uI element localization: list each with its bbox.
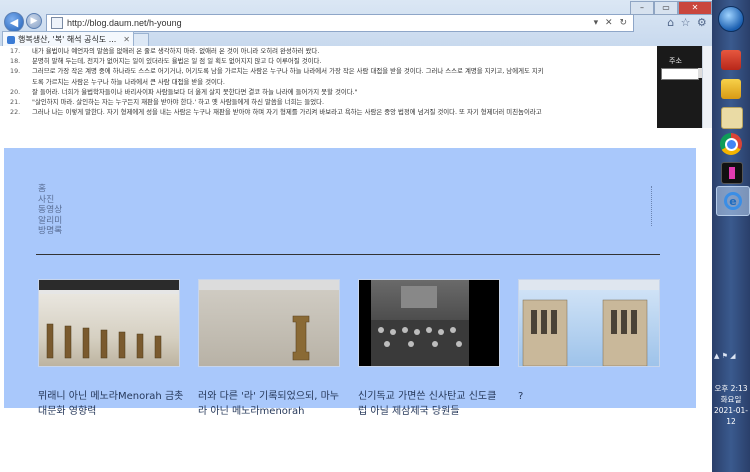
address-buttons[interactable]: ▾ ✕ ↻	[594, 18, 633, 28]
new-tab-button[interactable]	[133, 33, 149, 46]
folder-app-icon[interactable]	[721, 107, 743, 129]
verse-row: 21. "살인하지 마라. 살인하는 자는 누구든지 재판을 받아야 한다.' 하…	[10, 98, 325, 107]
verse-row: 22. 그러나 나는 이렇게 말한다. 자기 형제에게 성을 내는 사람은 누구나…	[10, 108, 542, 117]
tab-close-icon[interactable]: ✕	[123, 35, 130, 44]
blog-nav: 홈 사진 동영상 알리미 방명록	[38, 184, 62, 237]
forward-button[interactable]: ▶	[26, 13, 42, 29]
clock-date: 2021-01-12	[713, 406, 749, 426]
nav-home[interactable]: 홈	[38, 184, 62, 195]
window-controls: – ▭ ✕	[630, 1, 712, 15]
browser-tools: ⌂ ☆ ⚙	[664, 14, 710, 30]
toolbox-app-icon[interactable]	[721, 50, 741, 70]
verse-row: 도록 가르치는 사람은 누구나 하늘 나라에서 큰 사람 대접을 받을 것이다.	[32, 77, 225, 86]
nav-notifications[interactable]: 알리미	[38, 216, 62, 227]
media-app-icon[interactable]	[721, 162, 743, 184]
tab-title: 행복생산, '복' 해석 공식도 ...	[18, 35, 117, 44]
nav-photos[interactable]: 사진	[38, 195, 62, 206]
section-divider	[36, 254, 660, 255]
gear-icon[interactable]: ⚙	[697, 16, 707, 29]
post-thumbnail[interactable]	[518, 279, 660, 367]
clock-time: 오후 2:13	[714, 384, 748, 393]
post-card[interactable]: 신기독교 가면쓴 신사탄교 신도클럽 아닐 제삼제국 당원들	[358, 279, 500, 419]
post-card[interactable]: ?	[518, 279, 660, 404]
favorites-star-icon[interactable]: ☆	[681, 16, 691, 29]
verse-list: 17. 내가 율법이나 예언자의 말씀을 없애러 온 줄로 생각하지 마라. 없애…	[10, 46, 615, 126]
forward-arrow-icon: ▶	[30, 16, 38, 26]
nav-videos[interactable]: 동영상	[38, 205, 62, 216]
minimize-button[interactable]: –	[630, 1, 654, 15]
url-text[interactable]: http://blog.daum.net/h-young	[67, 18, 594, 28]
internet-explorer-icon[interactable]: e	[716, 186, 750, 216]
close-button[interactable]: ✕	[678, 1, 712, 15]
side-panel-select[interactable]	[661, 68, 699, 80]
post-caption[interactable]: 뮈래니 아닌 메노라Menorah 금촛대문화 영향력	[38, 389, 184, 419]
post-thumbnail[interactable]	[38, 279, 180, 367]
post-thumbnail[interactable]	[358, 279, 500, 367]
sunflower-app-icon[interactable]	[721, 79, 741, 99]
post-thumbnail[interactable]	[198, 279, 340, 367]
post-caption[interactable]: ?	[518, 389, 664, 404]
clock[interactable]: 오후 2:13 화요일 2021-01-12	[712, 383, 750, 427]
verse-row: 18. 분명히 말해 두는데, 천지가 없어지는 일이 있더라도 율법은 일 점 …	[10, 57, 322, 66]
verse-row: 19. 그러므로 가장 작은 계명 중에 하나라도 스스로 어기거나, 어기도록 …	[10, 67, 544, 76]
post-card[interactable]: 러와 다른 '라' 기록되었으되, 마누라 아닌 메노라menorah	[198, 279, 340, 419]
side-panel-label: 주소	[669, 57, 682, 65]
start-button[interactable]	[718, 6, 744, 32]
tab-active[interactable]: 행복생산, '복' 해석 공식도 ... ✕	[2, 31, 134, 47]
chrome-icon[interactable]	[720, 133, 742, 155]
verse-row: 17. 내가 율법이나 예언자의 말씀을 없애러 온 줄로 생각하지 마라. 없애…	[10, 47, 320, 55]
home-icon[interactable]: ⌂	[667, 16, 674, 29]
back-button[interactable]: ◀	[4, 12, 24, 32]
post-card[interactable]: 뮈래니 아닌 메노라Menorah 금촛대문화 영향력	[38, 279, 183, 419]
page-icon	[51, 17, 63, 29]
clock-day: 화요일	[720, 395, 742, 404]
address-bar[interactable]: http://blog.daum.net/h-young ▾ ✕ ↻	[46, 14, 634, 32]
nav-guestbook[interactable]: 방명록	[38, 226, 62, 237]
divider-dots	[651, 186, 654, 226]
back-arrow-icon: ◀	[9, 15, 19, 29]
post-caption[interactable]: 신기독교 가면쓴 신사탄교 신도클럽 아닐 제삼제국 당원들	[358, 389, 504, 419]
post-caption[interactable]: 러와 다른 '라' 기록되었으되, 마누라 아닌 메노라menorah	[198, 389, 344, 419]
tab-favicon-icon	[7, 35, 15, 44]
system-tray[interactable]: ▲ ⚑ ◢	[714, 352, 748, 366]
maximize-button[interactable]: ▭	[654, 1, 678, 15]
verse-row: 20. 잘 들어라. 너희가 율법학자들이나 바리사이파 사람들보다 더 옳게 살…	[10, 87, 358, 96]
